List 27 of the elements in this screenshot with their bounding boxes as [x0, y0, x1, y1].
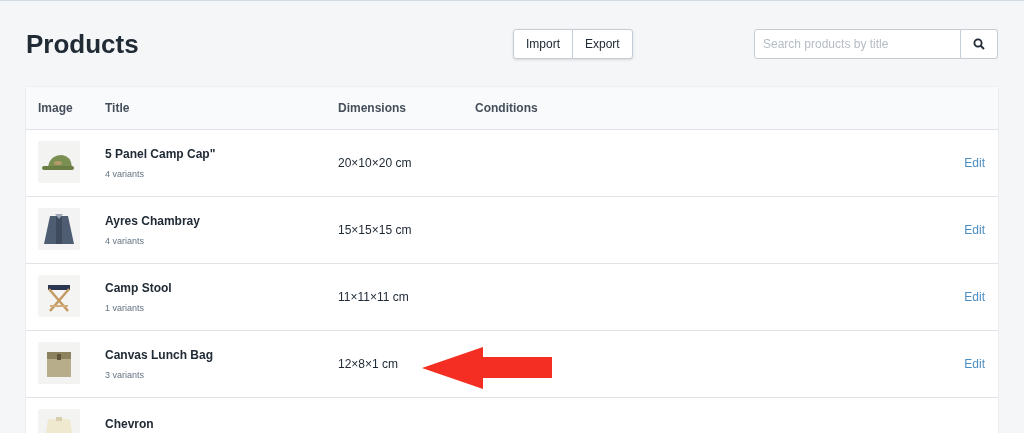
search-icon [973, 38, 985, 50]
product-title[interactable]: Ayres Chambray [105, 211, 338, 230]
product-title[interactable]: Camp Stool [105, 278, 338, 297]
column-header: Image [38, 101, 73, 115]
edit-link[interactable]: Edit [964, 154, 985, 172]
variant-count: 1 variants [105, 301, 146, 315]
column-header: Conditions [475, 101, 538, 115]
product-title[interactable]: Canvas Lunch Bag [105, 345, 338, 364]
page-title: Products [26, 27, 140, 61]
product-title[interactable]: 5 Panel Camp Cap" [105, 144, 338, 163]
edit-link[interactable]: Edit [964, 288, 985, 306]
variant-count: 4 variants [105, 234, 146, 248]
table-cell: 15×15×15 cm [338, 223, 412, 237]
column-header: Dimensions [338, 101, 406, 115]
variant-count: 4 variants [105, 167, 146, 181]
table-cell: 11×11×11 cm [338, 290, 409, 304]
search-button[interactable] [961, 29, 998, 59]
table-cell: 20×10×20 cm [338, 156, 412, 170]
action-button[interactable]: Import [514, 30, 572, 58]
edit-link[interactable]: Edit [964, 355, 985, 373]
table-cell: 12×8×1 cm [338, 357, 399, 371]
search-field[interactable]: Search products by title [754, 29, 961, 59]
edit-link[interactable]: Edit [964, 221, 985, 239]
column-header: Title [105, 101, 130, 115]
variant-count: 3 variants [105, 368, 146, 382]
product-title[interactable]: Chevron [105, 415, 338, 433]
action-button[interactable]: Export [572, 30, 632, 58]
